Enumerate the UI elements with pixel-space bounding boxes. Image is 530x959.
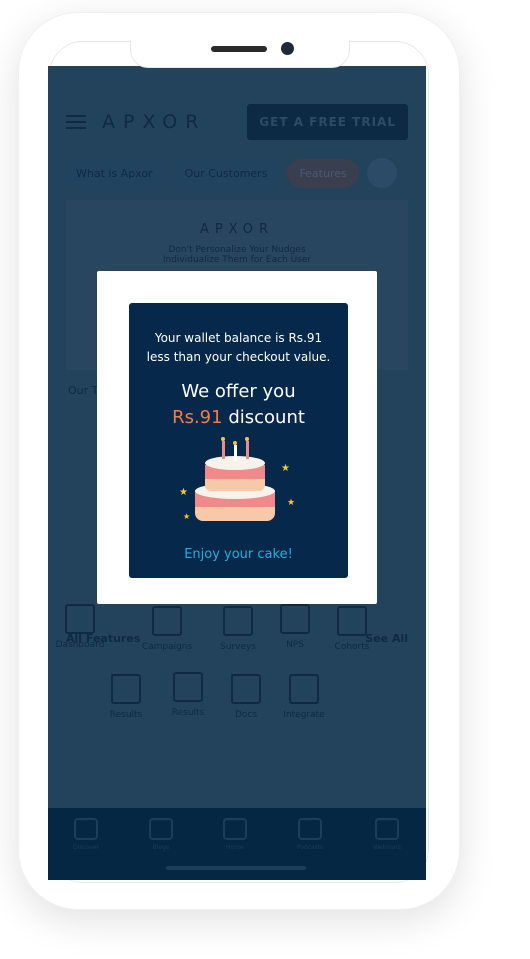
offer-text: We offer you: [181, 381, 296, 402]
nav-label: Webinars: [373, 844, 402, 851]
code-check-icon: [173, 672, 203, 702]
bar-chart-icon: [111, 674, 141, 704]
document-icon: [223, 606, 253, 636]
gears-icon: [289, 674, 319, 704]
feature-label: NPS: [286, 640, 304, 650]
banner-line1: Don't Personalize Your Nudges: [168, 245, 306, 255]
feature-nps[interactable]: NPS: [265, 604, 325, 650]
feature-label: Docs: [234, 710, 258, 720]
header: APXOR GET A FREE TRIAL: [66, 104, 408, 140]
feature-cohorts[interactable]: Cohorts: [322, 606, 382, 652]
nav-blogs[interactable]: Blogs: [148, 818, 173, 880]
feature-results[interactable]: Results: [96, 674, 156, 720]
headphones-icon: [298, 818, 323, 840]
nav-discover[interactable]: Discover: [73, 818, 99, 880]
feature-label: Surveys: [220, 642, 256, 652]
webinar-icon: [375, 818, 400, 840]
feature-label: Dashboard: [55, 640, 105, 650]
offer-amount: Rs.91: [172, 407, 223, 428]
cake-icon: ★ ★ ★ ★: [179, 437, 295, 521]
wallet-text-1: Your wallet balance is Rs.91: [154, 331, 323, 345]
feature-label: Results: [171, 708, 205, 718]
feature-docs[interactable]: Docs: [216, 674, 276, 720]
section-label: Our T: [68, 384, 99, 397]
feature-results[interactable]: Results: [158, 672, 218, 718]
star-icon: [280, 604, 310, 634]
search-icon: [74, 818, 98, 840]
nav-podcasts[interactable]: Podcasts: [297, 818, 323, 880]
home-indicator: [166, 866, 306, 870]
feature-dashboard[interactable]: Dashboard: [50, 604, 110, 650]
grid-icon: [65, 604, 95, 634]
enjoy-text: Enjoy your cake!: [184, 547, 293, 562]
feature-label: Results: [109, 710, 143, 720]
menu-icon[interactable]: [66, 115, 86, 129]
feature-label: Cohorts: [334, 642, 370, 652]
banner-line2: Individualize Them for Each User: [162, 255, 312, 265]
nav-webinars[interactable]: Webinars: [373, 818, 401, 880]
nav-label: Discover: [72, 844, 100, 851]
docs-icon: [231, 674, 261, 704]
chevron-right-icon[interactable]: [366, 158, 397, 188]
notch: [130, 40, 350, 68]
feature-surveys[interactable]: Surveys: [208, 606, 268, 652]
offer-discount: discount: [222, 407, 305, 428]
svg-text:★: ★: [183, 512, 190, 521]
wallet-text-2: less than your checkout value.: [146, 350, 331, 364]
popup-modal: Your wallet balance is Rs.91 less than yo…: [97, 271, 377, 604]
tabs: What is Apxor Our Customers Features: [64, 158, 397, 188]
feature-label: Integrate: [283, 710, 325, 720]
banner-logo: APXOR: [199, 222, 275, 237]
offer-card: Your wallet balance is Rs.91 less than yo…: [129, 303, 348, 578]
svg-text:★: ★: [281, 463, 290, 474]
chat-icon: [152, 606, 182, 636]
camera: [281, 42, 294, 55]
blog-icon: [148, 818, 173, 840]
speaker: [211, 46, 267, 52]
feature-campaigns[interactable]: Campaigns: [137, 606, 197, 652]
users-icon: [337, 606, 367, 636]
tab-what-is-apxor[interactable]: What is Apxor: [64, 158, 165, 188]
tab-our-customers[interactable]: Our Customers: [172, 158, 280, 188]
tab-features[interactable]: Features: [287, 158, 359, 188]
nav-label: Home: [226, 844, 244, 851]
svg-text:★: ★: [287, 498, 295, 508]
feature-label: Campaigns: [141, 642, 193, 652]
nav-label: Blogs: [152, 844, 170, 851]
logo: APXOR: [102, 111, 207, 133]
svg-text:★: ★: [179, 487, 188, 498]
nav-home[interactable]: Home: [222, 818, 247, 880]
free-trial-button[interactable]: GET A FREE TRIAL: [247, 104, 408, 140]
nav-label: Podcasts: [296, 844, 324, 851]
feature-integrate[interactable]: Integrate: [274, 674, 334, 720]
home-icon: [222, 818, 247, 840]
